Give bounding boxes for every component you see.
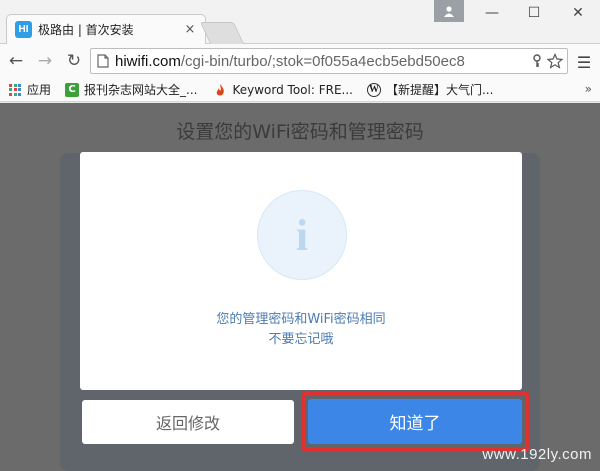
- dialog-message-line2: 不要忘记哦: [268, 332, 334, 347]
- minimize-button[interactable]: —: [472, 2, 512, 24]
- browser-toolbar: ← → ↻ hiwifi.com/cgi-bin/turbo/;stok=0f0…: [0, 44, 600, 78]
- back-to-edit-button[interactable]: 返回修改: [82, 400, 294, 444]
- dialog-message-line1: 您的管理密码和WiFi密码相同: [216, 312, 386, 327]
- hiwifi-logo-icon: HI: [15, 21, 32, 38]
- apps-grid-icon: [8, 83, 22, 97]
- info-icon: i: [257, 190, 347, 280]
- menu-icon[interactable]: ☰: [574, 52, 594, 72]
- info-dialog: i 您的管理密码和WiFi密码相同 不要忘记哦: [80, 152, 522, 390]
- bookmarks-bar: 应用 C 报刊杂志网站大全_... Keyword Tool: FRE... W…: [0, 78, 600, 102]
- wordpress-icon: W: [366, 82, 381, 97]
- title-bar: HI 极路由 | 首次安装 × — ☐ ✕: [0, 0, 600, 44]
- address-bar[interactable]: hiwifi.com/cgi-bin/turbo/;stok=0f055a4ec…: [90, 48, 568, 74]
- bookmark-item[interactable]: W 【新提醒】大气门...: [366, 81, 494, 98]
- flame-icon: [213, 83, 227, 97]
- maximize-button[interactable]: ☐: [514, 2, 554, 24]
- browser-tab[interactable]: HI 极路由 | 首次安装 ×: [6, 14, 206, 44]
- url-path: /cgi-bin/turbo/;stok=0f055a4ecb5ebd50ec8: [180, 52, 465, 70]
- bookmarks-overflow-button[interactable]: »: [585, 82, 592, 96]
- page-title: 设置您的WiFi密码和管理密码: [176, 121, 424, 143]
- forward-button[interactable]: →: [32, 48, 58, 74]
- arrow-right-icon: →: [37, 51, 53, 71]
- bookmark-label: 应用: [27, 83, 52, 97]
- reload-icon: ↻: [66, 51, 82, 71]
- back-button[interactable]: ←: [3, 48, 29, 74]
- c-icon: C: [65, 82, 80, 97]
- bookmark-label: 【新提醒】大气门...: [385, 83, 494, 97]
- key-icon[interactable]: [531, 54, 543, 68]
- bookmark-apps[interactable]: 应用: [8, 81, 51, 98]
- bookmark-label: Keyword Tool: FRE...: [232, 82, 353, 97]
- tab-close-icon[interactable]: ×: [181, 22, 199, 37]
- arrow-left-icon: ←: [8, 51, 24, 71]
- user-profile-button[interactable]: [434, 0, 464, 22]
- page-icon: [97, 54, 109, 68]
- star-icon[interactable]: [547, 53, 563, 69]
- bookmark-item[interactable]: Keyword Tool: FRE...: [213, 83, 353, 97]
- user-icon: [444, 6, 454, 17]
- bookmark-item[interactable]: C 报刊杂志网站大全_...: [65, 81, 197, 98]
- ok-button[interactable]: 知道了: [308, 399, 522, 444]
- new-tab-button[interactable]: [199, 22, 245, 44]
- watermark: www.192ly.com: [482, 446, 592, 463]
- url-text[interactable]: hiwifi.com/cgi-bin/turbo/;stok=0f055a4ec…: [115, 53, 531, 70]
- info-glyph: i: [295, 210, 309, 260]
- tab-title: 极路由 | 首次安装: [38, 23, 134, 37]
- reload-button[interactable]: ↻: [61, 48, 87, 74]
- bookmark-label: 报刊杂志网站大全_...: [84, 83, 198, 97]
- url-host: hiwifi.com: [115, 52, 181, 70]
- close-window-button[interactable]: ✕: [558, 2, 598, 24]
